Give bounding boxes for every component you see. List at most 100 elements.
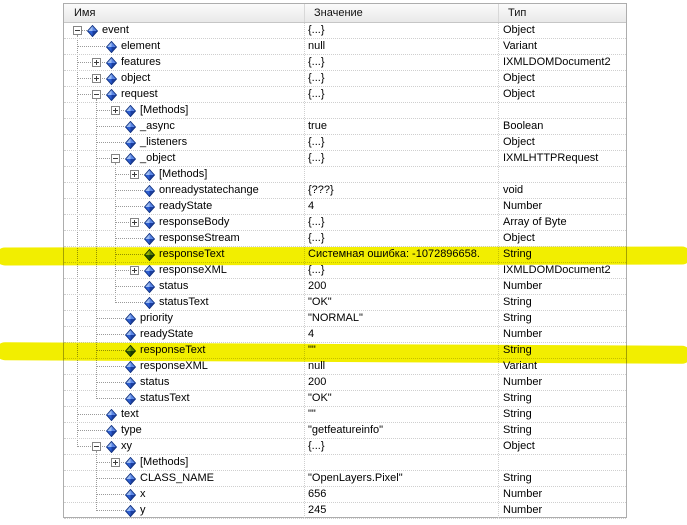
type-cell: Object — [499, 23, 626, 38]
name-cell: request — [64, 87, 305, 102]
tree-row[interactable]: readyState 4 Number — [64, 199, 626, 215]
type-cell: Object — [499, 71, 626, 86]
property-value: {...} — [308, 440, 325, 452]
value-cell: 4 — [305, 327, 499, 342]
property-name: statusText — [159, 296, 209, 308]
property-gem-icon — [124, 360, 137, 374]
tree-row[interactable]: CLASS_NAME "OpenLayers.Pixel" String — [64, 471, 626, 487]
tree-row[interactable]: type "getfeatureinfo" String — [64, 423, 626, 439]
tree-row[interactable]: text "" String — [64, 407, 626, 423]
tree-row[interactable]: [Methods] — [64, 167, 626, 183]
tree-row[interactable]: responseStream {...} Object — [64, 231, 626, 247]
property-name: [Methods] — [140, 456, 189, 468]
expand-plus-icon[interactable] — [92, 74, 101, 83]
property-value: {...} — [308, 24, 325, 36]
property-value: {...} — [308, 152, 325, 164]
property-gem-icon — [143, 296, 156, 310]
property-value: "OpenLayers.Pixel" — [308, 472, 403, 484]
tree-row[interactable]: responseBody {...} Array of Byte — [64, 215, 626, 231]
tree-row[interactable]: features {...} IXMLDOMDocument2 — [64, 55, 626, 71]
tree-row[interactable]: element null Variant — [64, 39, 626, 55]
tree-row[interactable]: y 245 Number — [64, 503, 626, 519]
tree-row[interactable]: _object {...} IXMLHTTPRequest — [64, 151, 626, 167]
name-cell: statusText — [64, 391, 305, 406]
collapse-minus-icon[interactable] — [111, 154, 120, 163]
property-gem-icon — [124, 312, 137, 326]
tree-row[interactable]: xy {...} Object — [64, 439, 626, 455]
tree-row[interactable]: responseXML {...} IXMLDOMDocument2 — [64, 263, 626, 279]
property-gem-icon — [143, 280, 156, 294]
property-type: Number — [503, 280, 543, 292]
value-cell: {...} — [305, 23, 499, 38]
tree-row[interactable]: status 200 Number — [64, 375, 626, 391]
tree-row[interactable]: status 200 Number — [64, 279, 626, 295]
value-cell: {...} — [305, 151, 499, 166]
name-cell: readyState — [64, 327, 305, 342]
property-value: {...} — [308, 88, 325, 100]
property-gem-icon — [105, 424, 118, 438]
value-cell: "getfeatureinfo" — [305, 423, 499, 438]
tree-connector-line — [77, 430, 105, 431]
name-cell: status — [64, 375, 305, 390]
tree-row[interactable]: statusText "OK" String — [64, 391, 626, 407]
tree-row[interactable]: onreadystatechange {???} void — [64, 183, 626, 199]
name-cell: _async — [64, 119, 305, 134]
column-header-value[interactable]: Значение — [305, 4, 499, 22]
expand-plus-icon[interactable] — [92, 58, 101, 67]
property-type: Object — [503, 232, 535, 244]
property-gem-icon — [143, 232, 156, 246]
property-name: responseXML — [140, 360, 208, 372]
type-cell: Object — [499, 439, 626, 454]
tree-row[interactable]: x 656 Number — [64, 487, 626, 503]
tree-row[interactable]: priority "NORMAL" String — [64, 311, 626, 327]
collapse-minus-icon[interactable] — [73, 26, 82, 35]
property-type: Object — [503, 88, 535, 100]
tree-row[interactable]: statusText "OK" String — [64, 295, 626, 311]
property-type: Object — [503, 24, 535, 36]
value-cell — [305, 167, 499, 182]
name-cell: statusText — [64, 295, 305, 310]
property-value: null — [308, 40, 326, 52]
tree-connector-line — [77, 46, 105, 47]
property-type: void — [503, 184, 524, 196]
name-cell: [Methods] — [64, 455, 305, 470]
tree-row[interactable]: [Methods] — [64, 103, 626, 119]
tree-row[interactable]: _listeners {...} Object — [64, 135, 626, 151]
name-cell: type — [64, 423, 305, 438]
name-cell: responseStream — [64, 231, 305, 246]
property-type: Object — [503, 440, 535, 452]
property-name: readyState — [140, 328, 194, 340]
type-cell: Object — [499, 87, 626, 102]
type-cell: Number — [499, 503, 626, 518]
debug-watch-window: Имя Значение Тип event {...} Object element… — [0, 0, 687, 525]
property-type: Object — [503, 72, 535, 84]
expand-plus-icon[interactable] — [130, 266, 139, 275]
tree-row[interactable]: object {...} Object — [64, 71, 626, 87]
expand-plus-icon[interactable] — [130, 218, 139, 227]
type-cell: IXMLDOMDocument2 — [499, 263, 626, 278]
tree-row[interactable]: [Methods] — [64, 455, 626, 471]
tree-row[interactable]: event {...} Object — [64, 23, 626, 39]
property-value: 245 — [308, 504, 327, 516]
expand-plus-icon[interactable] — [111, 106, 120, 115]
type-cell: String — [499, 391, 626, 406]
type-cell: Boolean — [499, 119, 626, 134]
collapse-minus-icon[interactable] — [92, 442, 101, 451]
type-cell: String — [499, 423, 626, 438]
value-cell: {...} — [305, 215, 499, 230]
tree-row[interactable]: _async true Boolean — [64, 119, 626, 135]
type-cell: Array of Byte — [499, 215, 626, 230]
property-gem-icon — [105, 72, 118, 86]
property-gem-icon — [124, 488, 137, 502]
column-header-name[interactable]: Имя — [64, 4, 305, 22]
tree-row[interactable]: readyState 4 Number — [64, 327, 626, 343]
collapse-minus-icon[interactable] — [92, 90, 101, 99]
column-header-type[interactable]: Тип — [499, 4, 626, 22]
property-value: 4 — [308, 200, 315, 212]
name-cell: features — [64, 55, 305, 70]
column-header-row: Имя Значение Тип — [64, 4, 626, 23]
tree-row[interactable]: request {...} Object — [64, 87, 626, 103]
expand-plus-icon[interactable] — [130, 170, 139, 179]
expand-plus-icon[interactable] — [111, 458, 120, 467]
tree-connector-line — [96, 318, 124, 319]
